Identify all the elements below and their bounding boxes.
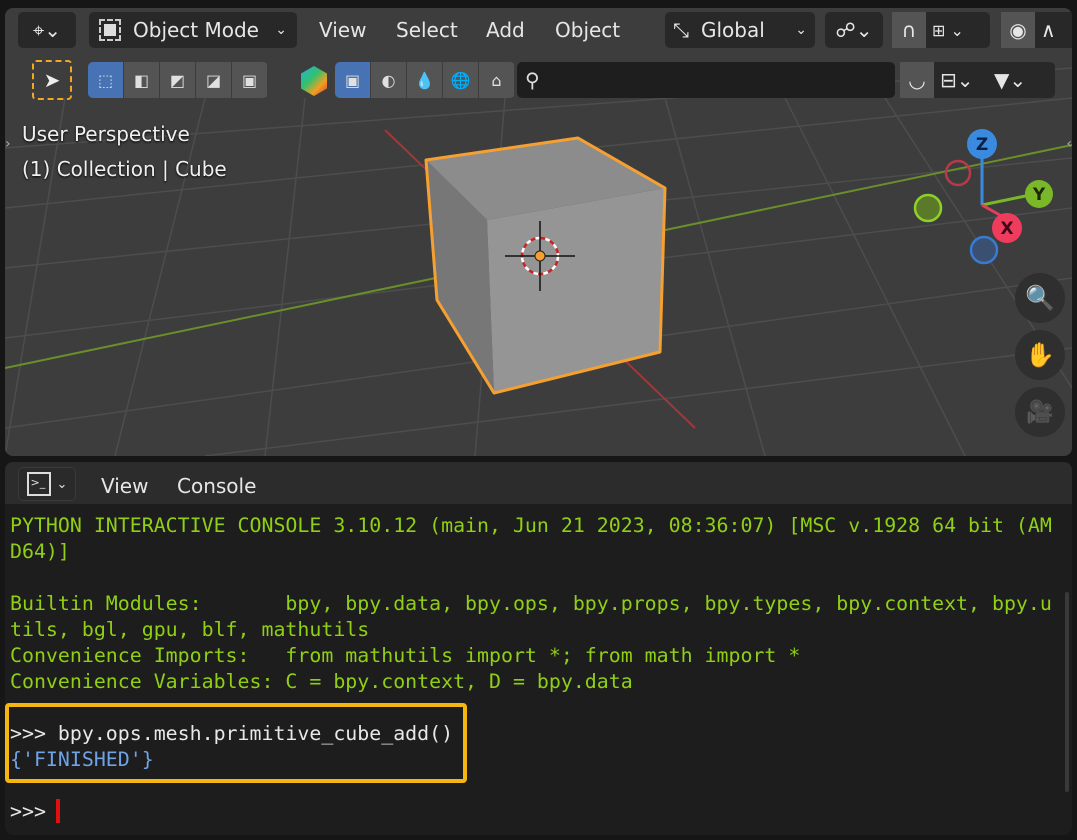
console-menu-console[interactable]: Console	[177, 474, 256, 498]
gizmo-y-label: Y	[1032, 185, 1046, 205]
active-collection-label: (1) Collection | Cube	[22, 157, 227, 181]
proportional-editing-group[interactable]: ◉ ∧	[1001, 12, 1072, 48]
camera-icon: 🎥	[1026, 399, 1054, 425]
transform-orientation-dropdown[interactable]: ⤡ Global ⌄	[665, 12, 815, 48]
selection-mode-group[interactable]: ⬚ ◧ ◩ ◪ ▣	[88, 62, 268, 98]
outliner-filter-group[interactable]: ◡ ⊟⌄ ▼⌄	[900, 62, 1055, 98]
falloff-curve-icon[interactable]: ∧	[1035, 18, 1056, 42]
console-menu-view[interactable]: View	[101, 474, 148, 498]
proportional-edit-icon[interactable]: ◉	[1001, 12, 1035, 48]
console-output-line: Convenience Variables: C = bpy.context, …	[10, 670, 633, 693]
search-input[interactable]: ⚲	[517, 62, 895, 98]
menu-select[interactable]: Select	[396, 18, 458, 42]
console-header: >_ ⌄ View Console	[5, 462, 1072, 504]
gizmo-z-label: Z	[976, 135, 988, 155]
text-cursor	[56, 799, 60, 823]
camera-view-button[interactable]: 🎥	[1015, 387, 1065, 437]
select-invert-icon[interactable]: ◪	[196, 62, 232, 98]
console-output-line: tils, bgl, gpu, blf, mathutils	[10, 618, 370, 641]
select-extend-icon[interactable]: ◧	[124, 62, 160, 98]
toolbar-expand-arrow-icon[interactable]: ›	[5, 136, 11, 152]
cleanup-brush-icon[interactable]: ⌂	[479, 62, 515, 98]
console-scrollbar[interactable]	[1065, 592, 1069, 792]
chevron-down-icon: ⌄	[795, 22, 807, 38]
editor-type-button[interactable]: >_ ⌄	[18, 467, 76, 501]
solid-shading-icon[interactable]: ◐	[371, 62, 407, 98]
snapping-group[interactable]: ∩ ⊞ ⌄	[892, 12, 990, 48]
editor-type-button[interactable]: ⌖⌄	[18, 12, 76, 48]
shading-mode-group[interactable]: ▣ ◐ 💧 🌐 ⌂	[335, 62, 515, 98]
search-icon: ⚲	[525, 68, 540, 92]
sidebar-expand-arrow-icon[interactable]: ‹	[1066, 136, 1072, 152]
view-perspective-label: User Perspective	[22, 122, 190, 146]
zoom-magnifier-icon: 🔍	[1025, 284, 1055, 312]
select-tool-button[interactable]: ➤	[32, 60, 72, 100]
filter-funnel-icon[interactable]: ▼⌄	[994, 68, 1026, 92]
console-command-line: >>> bpy.ops.mesh.primitive_cube_add()	[10, 722, 454, 745]
select-intersect-icon[interactable]: ▣	[232, 62, 268, 98]
console-output-line: Builtin Modules: bpy, bpy.data, bpy.ops,…	[10, 592, 1052, 615]
mode-dropdown[interactable]: Object Mode ⌄	[89, 12, 297, 48]
cube-mesh	[424, 136, 667, 395]
pivot-point-dropdown[interactable]: ☍⌄	[825, 12, 883, 48]
viewport-editor-icon: ⌖⌄	[32, 18, 62, 42]
console-output-line: PYTHON INTERACTIVE CONSOLE 3.10.12 (main…	[10, 514, 1052, 537]
3d-viewport[interactable]: Z Y X ⌖⌄ Object Mode ⌄ View Select Add O…	[5, 8, 1072, 456]
hand-icon: ✋	[1025, 341, 1055, 369]
snap-magnet-icon[interactable]: ∩	[892, 12, 926, 48]
wireframe-xray-icon[interactable]: ▣	[335, 62, 371, 98]
menu-object[interactable]: Object	[555, 18, 620, 42]
chevron-down-icon: ⌄	[275, 22, 287, 38]
console-output-line: Convenience Imports: from mathutils impo…	[10, 644, 801, 667]
cursor-arrow-icon: ➤	[43, 68, 61, 92]
python-console[interactable]: >_ ⌄ View Console PYTHON INTERACTIVE CON…	[5, 462, 1072, 835]
mode-label: Object Mode	[133, 18, 259, 42]
zoom-view-button[interactable]: 🔍	[1015, 273, 1065, 323]
pivot-icon: ☍⌄	[835, 18, 873, 42]
console-result-line: {'FINISHED'}	[10, 748, 154, 771]
orientation-label: Global	[701, 18, 765, 42]
snap-increment-icon[interactable]: ⊞ ⌄	[926, 21, 964, 40]
console-output-line: D64)]	[10, 540, 70, 563]
gizmo-x-label: X	[1000, 219, 1013, 239]
console-icon: >_	[26, 472, 51, 496]
select-subtract-icon[interactable]: ◩	[160, 62, 196, 98]
console-prompt[interactable]: >>>	[10, 799, 58, 825]
menu-add[interactable]: Add	[486, 18, 525, 42]
orientation-axes-icon: ⤡	[673, 18, 689, 42]
material-preview-icon[interactable]: 💧	[407, 62, 443, 98]
pan-view-button[interactable]: ✋	[1015, 330, 1065, 380]
chevron-down-icon: ⌄	[56, 476, 68, 492]
object-mode-icon	[99, 19, 121, 41]
display-mode-icon[interactable]: ⊟⌄	[934, 68, 994, 92]
sync-selection-icon[interactable]: ◡	[900, 62, 934, 98]
menu-view[interactable]: View	[319, 18, 366, 42]
rendered-shading-icon[interactable]: 🌐	[443, 62, 479, 98]
select-new-icon[interactable]: ⬚	[88, 62, 124, 98]
